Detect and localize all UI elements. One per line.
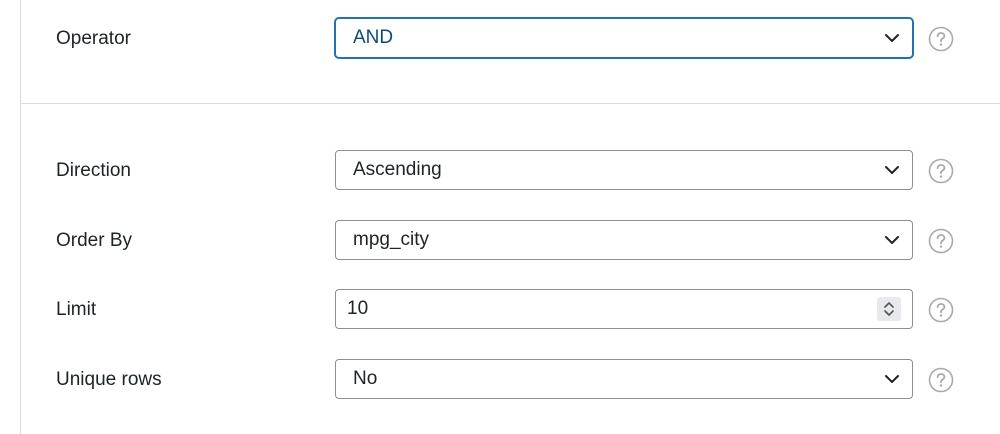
help-icon[interactable] [928,297,954,323]
order-by-label: Order By [56,230,133,251]
operator-select[interactable]: AND [335,18,913,58]
help-icon[interactable] [928,367,954,393]
unique-rows-value: No [353,368,378,389]
order-by-select[interactable]: mpg_city [335,220,913,260]
chevron-down-icon [885,34,899,42]
limit-label: Limit [56,299,97,320]
direction-value: Ascending [353,159,442,180]
order-by-value: mpg_city [353,229,430,250]
unique-rows-select[interactable]: No [335,359,913,399]
operator-row: Operator AND [0,18,1000,60]
unique-rows-row: Unique rows No [0,359,1000,401]
help-icon[interactable] [928,158,954,184]
chevron-down-icon [885,375,899,383]
limit-input[interactable]: 10 [335,289,913,329]
section-divider [21,103,1000,104]
order-by-row: Order By mpg_city [0,220,1000,262]
direction-label: Direction [56,160,131,181]
help-icon[interactable] [928,26,954,52]
direction-select[interactable]: Ascending [335,150,913,190]
limit-row: Limit 10 [0,289,1000,331]
chevron-down-icon [885,166,899,174]
limit-value: 10 [347,298,369,319]
unique-rows-label: Unique rows [56,369,162,390]
spinner-icon[interactable] [877,297,901,321]
query-settings-panel: Operator AND Direction Ascending Order B… [0,0,1000,434]
direction-row: Direction Ascending [0,150,1000,192]
help-icon[interactable] [928,228,954,254]
operator-label: Operator [56,28,131,49]
operator-value: AND [353,27,394,48]
chevron-down-icon [885,236,899,244]
